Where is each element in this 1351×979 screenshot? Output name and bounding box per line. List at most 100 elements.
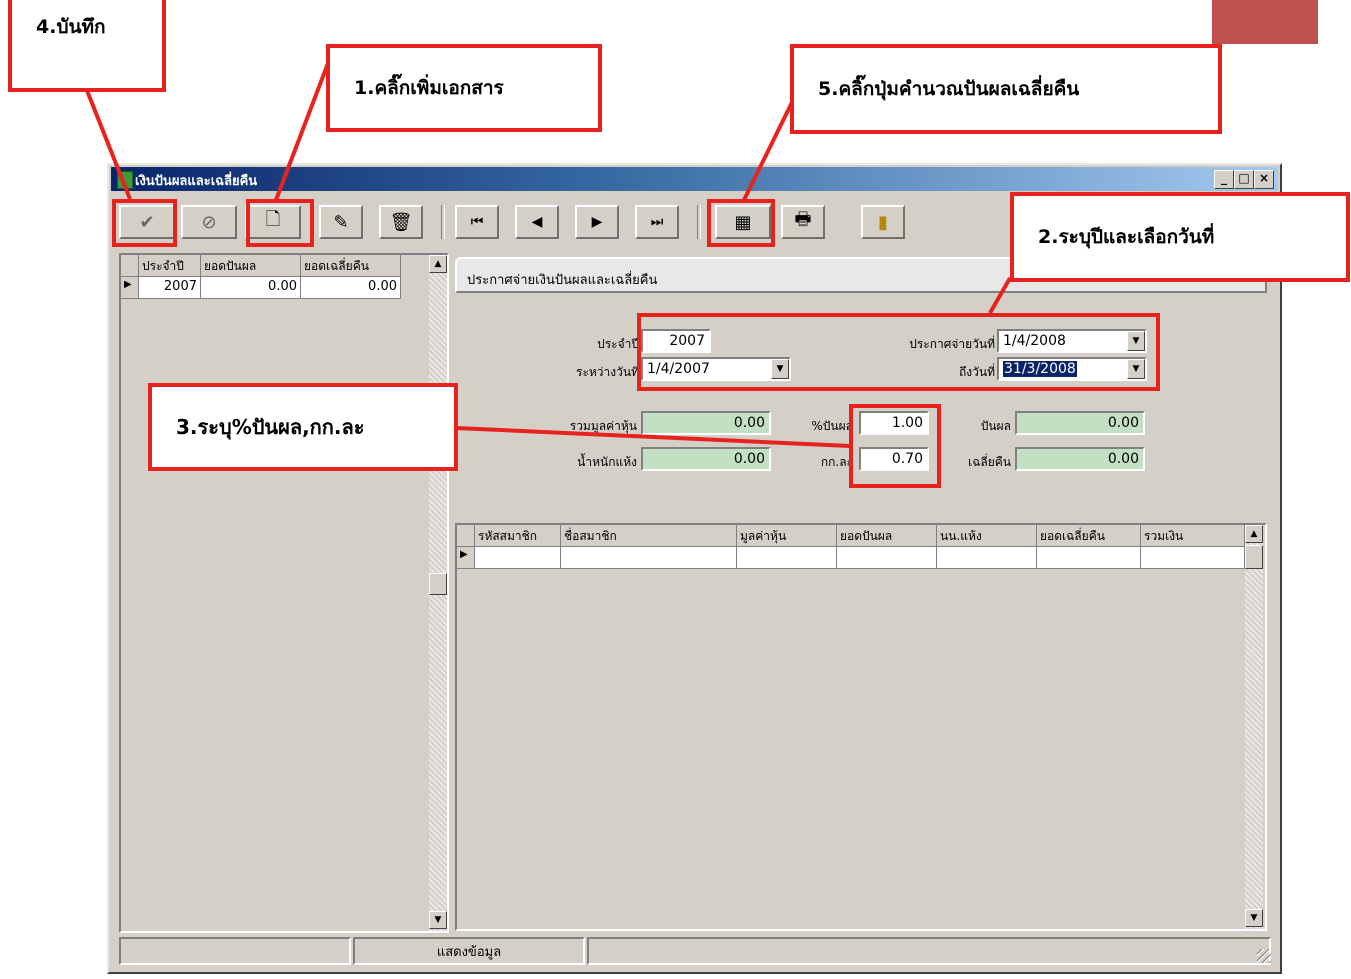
save-button[interactable]: ✔	[119, 205, 175, 239]
callout-year-date: 2.ระบุปีและเลือกวันที่	[1010, 192, 1350, 282]
next-record-button[interactable]: ▶	[575, 205, 619, 239]
table-cell[interactable]: 0.00	[301, 277, 401, 299]
callout-save-text: 4.บันทึก	[36, 16, 106, 38]
year-label: ประจำปี	[597, 337, 639, 351]
prev-record-button[interactable]: ◀	[515, 205, 559, 239]
callout-save: 4.บันทึก	[8, 0, 166, 92]
per-kg-input[interactable]: 0.70	[859, 447, 929, 471]
edit-document-icon: ✎	[333, 211, 349, 233]
callout-percent-text: 3.ระบุ%ปันผล,กก.ละ	[176, 415, 365, 439]
scroll-up-icon[interactable]: ▲	[429, 255, 447, 273]
percent-dividend-label: %ปันผล	[811, 419, 853, 433]
table-cell[interactable]	[1037, 547, 1141, 569]
toolbar-separator	[441, 205, 445, 239]
title-bar[interactable]: เงินปันผลและเฉลี่ยคืน _ □ ×	[111, 167, 1278, 191]
delete-button[interactable]: 🗑	[379, 205, 423, 239]
to-date-value: 31/3/2008	[1003, 361, 1077, 377]
row-indicator-header	[457, 525, 475, 547]
between-date-label: ระหว่างวันที่	[576, 365, 639, 379]
column-header[interactable]: ประจำปี	[139, 255, 201, 277]
current-row-indicator: ▶	[121, 277, 139, 299]
callout-calculate-text: 5.คลิ๊กปุ่มคำนวณปันผลเฉลี่ยคืน	[818, 78, 1080, 100]
callout-calculate: 5.คลิ๊กปุ่มคำนวณปันผลเฉลี่ยคืน	[790, 44, 1222, 134]
calculator-icon: ▦	[734, 211, 752, 233]
column-header[interactable]: รวมเงิน	[1141, 525, 1245, 547]
column-header[interactable]: ยอดเฉลี่ยคืน	[301, 255, 401, 277]
delete-icon: 🗑	[389, 211, 413, 233]
close-button[interactable]: ×	[1254, 170, 1274, 189]
dry-weight-label: น้ำหนักแห้ง	[577, 455, 637, 469]
table-row[interactable]: ▶ 2007 0.00 0.00	[121, 277, 401, 299]
table-cell[interactable]: 0.00	[201, 277, 301, 299]
calculate-button[interactable]: ▦	[715, 205, 771, 239]
scroll-thumb[interactable]	[1245, 545, 1263, 569]
per-kg-label: กก.ละ	[820, 455, 853, 469]
announce-date-label: ประกาศจ่ายวันที่	[909, 337, 995, 351]
vertical-scrollbar[interactable]: ▲ ▼	[1245, 525, 1263, 929]
chevron-down-icon[interactable]: ▼	[1127, 331, 1145, 351]
table-cell[interactable]	[1141, 547, 1245, 569]
toolbar-separator	[697, 205, 701, 239]
table-cell[interactable]: 2007	[139, 277, 201, 299]
minimize-button[interactable]: _	[1214, 170, 1234, 189]
year-input[interactable]: 2007	[641, 329, 711, 353]
column-header[interactable]: นน.แห้ง	[937, 525, 1037, 547]
next-record-icon: ▶	[591, 214, 603, 230]
to-date-label: ถึงวันที่	[959, 365, 995, 379]
callout-add-document-text: 1.คลิ๊กเพิ่มเอกสาร	[354, 77, 504, 99]
current-row-indicator: ▶	[457, 547, 475, 569]
edit-document-button[interactable]: ✎	[319, 205, 363, 239]
announce-date-combo[interactable]: 1/4/2008	[997, 329, 1147, 353]
year-list-grid[interactable]: ประจำปี ยอดปันผล ยอดเฉลี่ยคืน ▶ 2007 0.0…	[119, 253, 449, 933]
scroll-thumb[interactable]	[429, 573, 447, 595]
exit-button[interactable]: ▮	[861, 205, 905, 239]
cancel-button[interactable]: ⊘	[181, 205, 237, 239]
column-header[interactable]: ยอดปันผล	[201, 255, 301, 277]
table-row[interactable]: ▶	[457, 547, 1245, 569]
avg-return-field: 0.00	[1015, 447, 1145, 471]
table-cell[interactable]	[837, 547, 937, 569]
column-header[interactable]: ยอดเฉลี่ยคืน	[1037, 525, 1141, 547]
table-cell[interactable]	[561, 547, 737, 569]
app-icon	[117, 171, 133, 189]
last-record-button[interactable]: ⏭	[635, 205, 679, 239]
member-grid[interactable]: รหัสสมาชิก ชื่อสมาชิก มูลค่าหุ้น ยอดปันผ…	[455, 523, 1267, 931]
chevron-down-icon[interactable]: ▼	[1127, 359, 1145, 379]
total-share-label: รวมมูลค่าหุ้น	[569, 419, 637, 433]
new-document-button[interactable]: 🗋	[245, 205, 301, 239]
print-button[interactable]: 🖶	[781, 205, 825, 239]
dividend-label: ปันผล	[980, 419, 1011, 433]
resize-grip-icon[interactable]	[1257, 949, 1271, 963]
window-title: เงินปันผลและเฉลี่ยคืน	[135, 174, 258, 189]
column-header[interactable]: มูลค่าหุ้น	[737, 525, 837, 547]
table-cell[interactable]	[937, 547, 1037, 569]
chevron-down-icon[interactable]: ▼	[771, 359, 789, 379]
cancel-icon: ⊘	[201, 211, 217, 233]
panel-title: ประกาศจ่ายเงินปันผลและเฉลี่ยคืน	[467, 273, 658, 288]
vertical-scrollbar[interactable]: ▲ ▼	[429, 255, 447, 931]
maximize-button[interactable]: □	[1234, 170, 1254, 189]
table-cell[interactable]	[737, 547, 837, 569]
prev-record-icon: ◀	[531, 214, 543, 230]
scroll-up-icon[interactable]: ▲	[1245, 525, 1263, 543]
between-date-combo[interactable]: 1/4/2007	[641, 357, 791, 381]
status-cell	[587, 937, 1271, 965]
to-date-combo[interactable]: 31/3/2008	[997, 357, 1147, 381]
exit-icon: ▮	[878, 211, 888, 233]
first-record-button[interactable]: ⏮	[455, 205, 499, 239]
status-cell	[119, 937, 351, 965]
column-header[interactable]: รหัสสมาชิก	[475, 525, 561, 547]
details-panel: ประกาศจ่ายเงินปันผลและเฉลี่ยคืน ประจำปี …	[455, 257, 1267, 931]
scroll-down-icon[interactable]: ▼	[429, 911, 447, 929]
save-icon: ✔	[139, 211, 155, 233]
percent-dividend-input[interactable]: 1.00	[859, 411, 929, 435]
table-cell[interactable]	[475, 547, 561, 569]
dividend-window: เงินปันผลและเฉลี่ยคืน _ □ × ✔ ⊘ 🗋 ✎ 🗑 ⏮ …	[107, 163, 1282, 974]
last-record-icon: ⏭	[650, 214, 664, 230]
status-text: แสดงข้อมูล	[353, 937, 585, 965]
column-header[interactable]: ยอดปันผล	[837, 525, 937, 547]
column-header[interactable]: ชื่อสมาชิก	[561, 525, 737, 547]
page-number-badge	[1212, 0, 1318, 44]
dry-weight-field: 0.00	[641, 447, 771, 471]
scroll-down-icon[interactable]: ▼	[1245, 909, 1263, 927]
